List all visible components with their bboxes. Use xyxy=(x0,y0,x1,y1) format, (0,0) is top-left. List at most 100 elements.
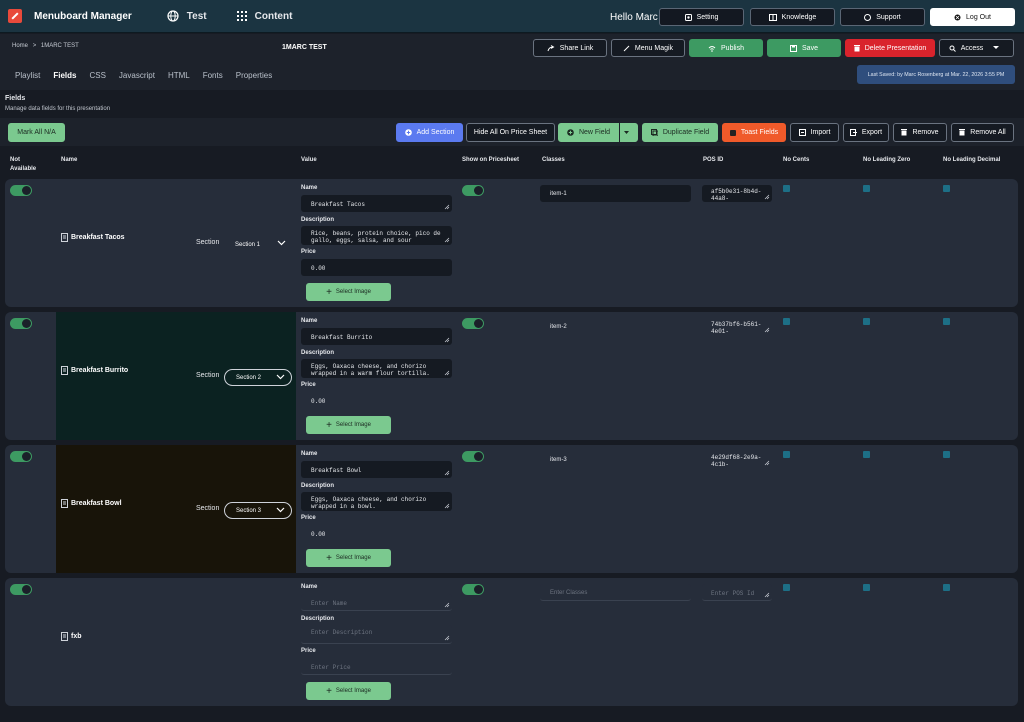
name-input[interactable]: Breakfast Burrito xyxy=(301,328,452,345)
tab-css[interactable]: CSS xyxy=(89,71,105,80)
menu-magik-button[interactable]: Menu Magik xyxy=(611,39,685,57)
share-link-button[interactable]: Share Link xyxy=(533,39,607,57)
resize-grip-icon[interactable] xyxy=(444,204,450,210)
no-cents-checkbox[interactable] xyxy=(783,318,790,325)
resize-grip-icon[interactable] xyxy=(444,337,450,343)
section-select[interactable]: Section 3 xyxy=(224,502,292,519)
no-leading-zero-checkbox[interactable] xyxy=(863,584,870,591)
not-available-toggle[interactable] xyxy=(10,318,32,329)
description-input[interactable]: Enter Description xyxy=(301,625,452,644)
save-button[interactable]: Save xyxy=(767,39,841,57)
remove-label: Remove xyxy=(912,129,939,136)
name-label: Name xyxy=(301,451,318,457)
classes-input[interactable]: Enter Classes xyxy=(540,584,691,601)
resize-grip-icon[interactable] xyxy=(444,635,450,641)
select-image-button[interactable]: + Select Image xyxy=(306,682,391,700)
section-select[interactable]: Section 2 xyxy=(224,369,292,386)
classes-input[interactable]: item-3 xyxy=(540,451,691,468)
logout-button[interactable]: Log Out xyxy=(930,8,1015,26)
not-available-toggle[interactable] xyxy=(10,451,32,462)
delete-presentation-button[interactable]: Delete Presentation xyxy=(845,39,935,57)
no-leading-zero-checkbox[interactable] xyxy=(863,318,870,325)
remove-all-button[interactable]: Remove All xyxy=(951,123,1014,142)
breadcrumb: Home > 1MARC TEST xyxy=(12,43,79,49)
classes-input[interactable]: item-1 xyxy=(540,185,691,202)
publish-button[interactable]: Publish xyxy=(689,39,763,57)
support-button[interactable]: Support xyxy=(840,8,925,26)
resize-grip-icon[interactable] xyxy=(444,470,450,476)
no-leading-decimal-checkbox[interactable] xyxy=(943,185,950,192)
name-input[interactable]: Breakfast Tacos xyxy=(301,195,452,212)
resize-grip-icon[interactable] xyxy=(444,237,450,243)
no-leading-zero-checkbox[interactable] xyxy=(863,451,870,458)
no-leading-decimal-checkbox[interactable] xyxy=(943,318,950,325)
show-on-pricesheet-toggle[interactable] xyxy=(462,584,484,595)
section-select[interactable]: Section 1 xyxy=(224,236,292,253)
new-field-dropdown-toggle[interactable] xyxy=(620,123,638,142)
no-leading-decimal-checkbox[interactable] xyxy=(943,584,950,591)
chevron-down-icon xyxy=(277,240,286,246)
price-input[interactable]: 0.00 xyxy=(301,259,452,276)
no-leading-zero-checkbox[interactable] xyxy=(863,185,870,192)
not-available-toggle[interactable] xyxy=(10,185,32,196)
resize-grip-icon[interactable] xyxy=(764,460,770,466)
select-image-button[interactable]: + Select Image xyxy=(306,416,391,434)
description-input[interactable]: Eggs, Oaxaca cheese, and chorizo wrapped… xyxy=(301,492,452,511)
resize-grip-icon[interactable] xyxy=(764,327,770,333)
show-on-pricesheet-toggle[interactable] xyxy=(462,185,484,196)
resize-grip-icon[interactable] xyxy=(444,503,450,509)
nav-content[interactable]: Content xyxy=(236,11,292,22)
price-input[interactable]: Enter Price xyxy=(301,658,452,675)
logout-label: Log Out xyxy=(966,13,991,21)
toast-fields-button[interactable]: Toast Fields xyxy=(722,123,786,142)
duplicate-field-button[interactable]: Duplicate Field xyxy=(642,123,718,142)
show-on-pricesheet-toggle[interactable] xyxy=(462,318,484,329)
resize-grip-icon[interactable] xyxy=(764,592,770,598)
select-image-button[interactable]: + Select Image xyxy=(306,549,391,567)
breadcrumb-home[interactable]: Home xyxy=(12,43,28,49)
price-input[interactable]: 0.00 xyxy=(301,392,452,409)
import-button[interactable]: Import xyxy=(790,123,839,142)
resize-grip-icon[interactable] xyxy=(444,602,450,608)
classes-input[interactable]: item-2 xyxy=(540,318,691,335)
description-input[interactable]: Rice, beans, protein choice, pico de gal… xyxy=(301,226,452,245)
add-section-label: Add Section xyxy=(416,129,455,136)
show-on-pricesheet-toggle[interactable] xyxy=(462,451,484,462)
section-label: Section xyxy=(196,505,220,512)
price-input[interactable]: 0.00 xyxy=(301,525,452,542)
name-input[interactable]: Enter Name xyxy=(301,594,452,611)
tab-playlist[interactable]: Playlist xyxy=(15,71,40,80)
resize-grip-icon[interactable] xyxy=(444,370,450,376)
add-section-button[interactable]: Add Section xyxy=(396,123,463,142)
no-cents-checkbox[interactable] xyxy=(783,451,790,458)
resize-grip-icon[interactable] xyxy=(764,194,770,200)
tab-properties[interactable]: Properties xyxy=(236,71,272,80)
no-cents-checkbox[interactable] xyxy=(783,185,790,192)
select-image-button[interactable]: + Select Image xyxy=(306,283,391,301)
name-input[interactable]: Breakfast Bowl xyxy=(301,461,452,478)
pos-id-input[interactable]: Enter POS Id xyxy=(702,584,772,601)
tab-fonts[interactable]: Fonts xyxy=(203,71,223,80)
pos-id-input[interactable]: af5b0e31-8b4d-44a8- xyxy=(702,185,772,202)
no-leading-decimal-checkbox[interactable] xyxy=(943,451,950,458)
no-cents-checkbox[interactable] xyxy=(783,584,790,591)
description-input[interactable]: Eggs, Oaxaca cheese, and chorizo wrapped… xyxy=(301,359,452,378)
nav-test[interactable]: Test xyxy=(167,10,207,22)
tab-html[interactable]: HTML xyxy=(168,71,190,80)
export-button[interactable]: Export xyxy=(843,123,889,142)
not-available-toggle[interactable] xyxy=(10,584,32,595)
tab-fields[interactable]: Fields xyxy=(53,71,76,80)
name-label: Name xyxy=(301,318,318,324)
knowledge-button[interactable]: Knowledge xyxy=(750,8,835,26)
remove-all-label: Remove All xyxy=(970,129,1006,136)
hide-all-on-price-sheet-button[interactable]: Hide All On Price Sheet xyxy=(466,123,555,142)
mark-all-na-button[interactable]: Mark All N/A xyxy=(8,123,65,142)
pos-id-input[interactable]: 74b37bf6-b561-4e01- xyxy=(702,318,772,335)
access-dropdown[interactable]: Access xyxy=(939,39,1014,57)
new-field-button[interactable]: New Field xyxy=(558,123,619,142)
pos-id-input[interactable]: 4e29df68-2e9a-4c1b- xyxy=(702,451,772,468)
tab-javascript[interactable]: Javascript xyxy=(119,71,155,80)
remove-button[interactable]: Remove xyxy=(893,123,947,142)
app-brand[interactable]: Menuboard Manager xyxy=(8,9,132,23)
setting-button[interactable]: Setting xyxy=(659,8,744,26)
